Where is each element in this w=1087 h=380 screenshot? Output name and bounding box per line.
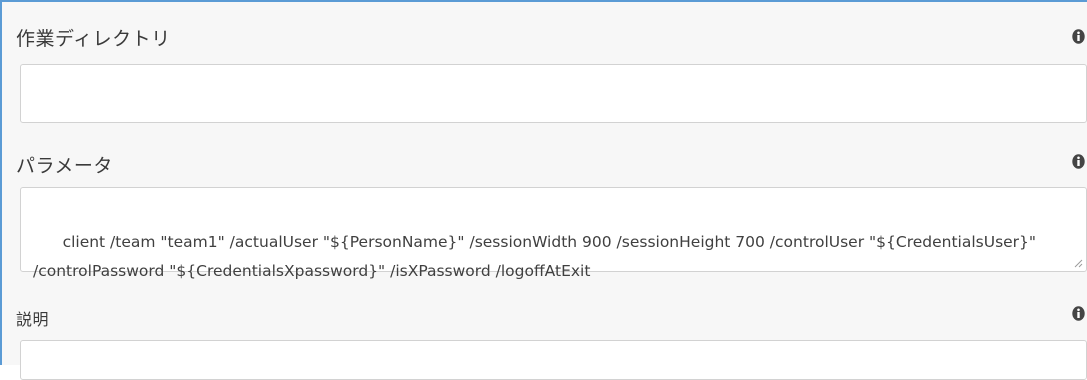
form-panel: 作業ディレクトリ パラメータ client /team "team1" /act… [0,0,1087,380]
parameters-label: パラメータ [16,155,113,177]
description-input[interactable] [20,340,1087,380]
resize-grip-icon[interactable] [1074,259,1083,268]
info-icon[interactable] [1072,154,1085,169]
info-icon[interactable] [1072,29,1085,44]
info-icon[interactable] [1072,306,1085,321]
description-label: 説明 [16,310,50,329]
working-directory-label: 作業ディレクトリ [16,28,171,50]
parameters-text: client /team "team1" /actualUser "${Pers… [33,233,1041,280]
parameters-textarea[interactable]: client /team "team1" /actualUser "${Pers… [20,187,1087,280]
working-directory-input[interactable] [20,64,1087,123]
